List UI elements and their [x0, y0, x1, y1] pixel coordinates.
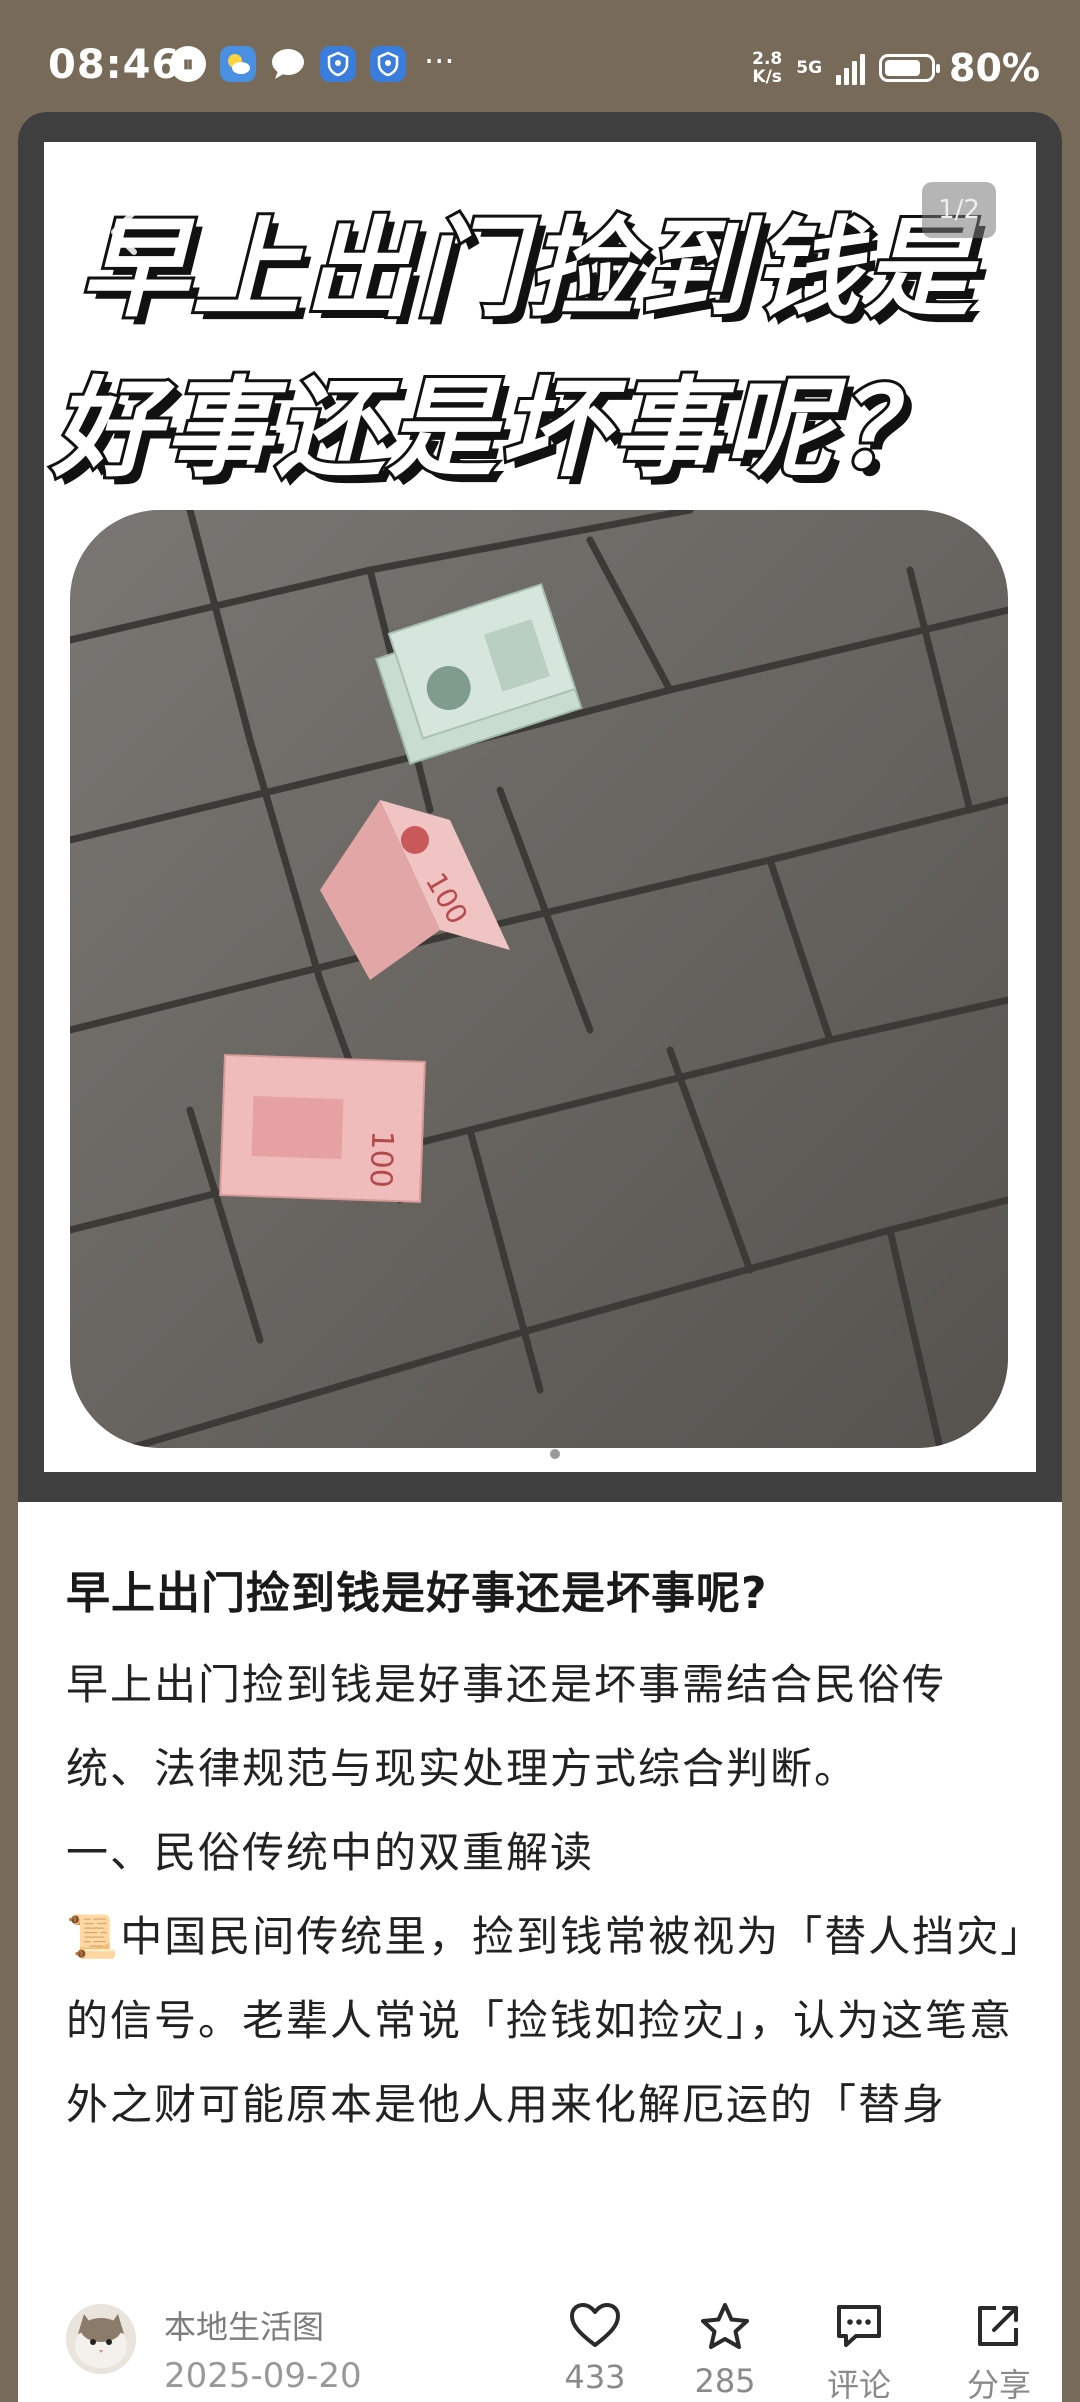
image-headline-line2: 好事还是坏事呢？: [49, 364, 949, 495]
comment-button[interactable]: 评论: [804, 2302, 914, 2402]
status-right: 2.8 K/s 5G 80%: [752, 46, 1040, 90]
image-headline-line1: 早上出门捡到钱是: [77, 204, 977, 335]
back-arrow-icon[interactable]: [96, 202, 156, 262]
heart-icon: [570, 2303, 620, 2347]
bottom-action-bar: 本地生活图 2025-09-20 433 285 评论 分享: [18, 2260, 1062, 2402]
like-button[interactable]: 433: [540, 2302, 650, 2396]
status-bar: 08:46 ⏸ ··· 2.8 K/s 5G 80%: [0, 0, 1080, 120]
net-speed-value: 2.8: [752, 49, 783, 69]
post-image[interactable]: 早上出门捡到钱是 好事还是坏事呢？ 100 100 1/2: [44, 142, 1036, 1472]
comment-label: 评论: [826, 2366, 891, 2402]
article-title: 早上出门捡到钱是好事还是坏事呢?: [66, 1568, 768, 1619]
article-paragraph-2: 📜中国民间传统里，捡到钱常被视为「替人挡灾」的信号。老辈人常说「捡钱如捡灾」，认…: [66, 1912, 1024, 2129]
share-button[interactable]: 分享: [944, 2302, 1054, 2402]
article-section-heading: 一、民俗传统中的双重解读: [66, 1828, 595, 1877]
author-name[interactable]: 本地生活图: [164, 2302, 324, 2348]
music-app-icon: ⏸: [170, 46, 206, 82]
image-counter: 1/2: [922, 182, 996, 238]
svg-text:100: 100: [362, 1130, 399, 1188]
message-bubble-icon: [270, 46, 306, 82]
net-speed-unit: K/s: [752, 67, 782, 87]
app-shield-icon-2: [370, 46, 406, 82]
carousel-dot-2[interactable]: [550, 1449, 560, 1459]
share-label: 分享: [966, 2366, 1031, 2402]
money-on-pavement-photo: 100 100: [70, 510, 1008, 1448]
star-icon: [701, 2303, 749, 2349]
app-shield-icon: [320, 46, 356, 82]
image-carousel[interactable]: 早上出门捡到钱是 好事还是坏事呢？ 100 100 1/2: [18, 112, 1062, 1502]
notification-icons: ⏸ ···: [170, 42, 455, 82]
signal-icon: [836, 51, 866, 85]
carousel-indicator: [18, 1449, 1062, 1459]
carousel-dot-1[interactable]: [520, 1449, 542, 1459]
battery-percent: 80%: [949, 46, 1040, 90]
post-date: 2025-09-20: [164, 2356, 362, 2396]
like-count: 433: [564, 2358, 626, 2396]
battery-icon: [879, 54, 941, 82]
status-time: 08:46: [48, 42, 181, 88]
article-paragraph-1: 早上出门捡到钱是好事还是坏事需结合民俗传统、法律规范与现实处理方式综合判断。: [66, 1660, 947, 1793]
comment-icon: [837, 2305, 881, 2347]
favorite-button[interactable]: 285: [670, 2302, 780, 2400]
author-avatar[interactable]: [66, 2304, 136, 2374]
net-speed: 2.8 K/s: [752, 50, 782, 86]
weather-icon: [220, 46, 256, 82]
article-body: 早上出门捡到钱是好事还是坏事呢? 早上出门捡到钱是好事还是坏事需结合民俗传统、法…: [66, 1557, 1026, 2147]
post-card: 早上出门捡到钱是 好事还是坏事呢？ 100 100 1/2 早上出门捡到钱是好事…: [18, 112, 1062, 2402]
share-icon: [978, 2306, 1018, 2346]
network-type: 5G: [796, 58, 823, 78]
favorite-count: 285: [694, 2362, 756, 2400]
scroll-fade: [18, 2172, 1062, 2202]
more-notifications-icon: ···: [424, 42, 455, 80]
